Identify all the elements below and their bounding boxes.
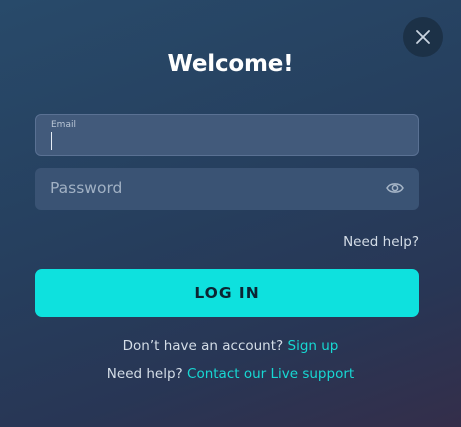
eye-icon[interactable] xyxy=(386,180,404,196)
text-cursor xyxy=(51,132,52,150)
signup-line: Don’t have an account? Sign up xyxy=(0,338,461,354)
signup-link[interactable]: Sign up xyxy=(288,338,339,354)
modal-title: Welcome! xyxy=(167,51,294,77)
password-input[interactable] xyxy=(50,168,370,208)
support-line: Need help? Contact our Live support xyxy=(0,366,461,382)
login-button[interactable]: LOG IN xyxy=(35,269,419,317)
close-icon xyxy=(416,30,430,44)
email-input[interactable] xyxy=(54,132,394,150)
live-support-link[interactable]: Contact our Live support xyxy=(187,366,354,382)
support-prompt: Need help? xyxy=(106,366,183,382)
password-field[interactable] xyxy=(35,168,419,210)
email-field[interactable]: Email xyxy=(35,114,419,156)
email-label: Email xyxy=(51,120,76,130)
need-help-link[interactable]: Need help? xyxy=(343,234,419,250)
signup-prompt: Don’t have an account? xyxy=(122,338,284,354)
